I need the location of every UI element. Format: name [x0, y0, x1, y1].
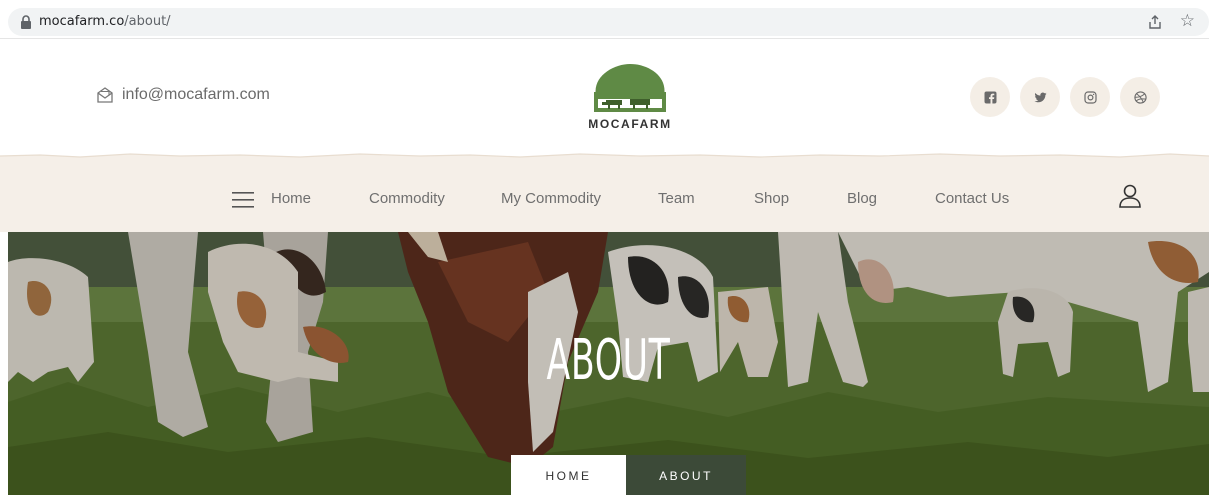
url-host: mocafarm.co — [39, 14, 125, 29]
breadcrumb-home[interactable]: HOME — [511, 455, 626, 495]
envelope-icon — [97, 87, 113, 103]
breadcrumb-current: ABOUT — [626, 455, 746, 495]
twitter-icon — [1034, 92, 1046, 102]
social-links — [970, 77, 1160, 117]
nav-blog[interactable]: Blog — [847, 190, 877, 207]
logo-text: MOCAFARM — [588, 117, 672, 131]
user-account-icon[interactable] — [1118, 183, 1142, 209]
logo-tree-icon — [594, 64, 666, 112]
url-text: mocafarm.co/about/ — [39, 14, 171, 29]
nav-home[interactable]: Home — [271, 190, 311, 207]
nav-contact-us[interactable]: Contact Us — [935, 190, 1009, 207]
facebook-button[interactable] — [970, 77, 1010, 117]
email-text: info@mocafarm.com — [122, 86, 270, 103]
dribbble-button[interactable] — [1120, 77, 1160, 117]
hamburger-menu-icon[interactable] — [232, 191, 254, 209]
bookmark-star-icon[interactable]: ☆ — [1180, 11, 1195, 31]
header-email[interactable]: info@mocafarm.com — [96, 86, 270, 104]
dribbble-icon — [1133, 90, 1147, 104]
nav-shop[interactable]: Shop — [754, 190, 789, 207]
instagram-button[interactable] — [1070, 77, 1110, 117]
instagram-icon — [1083, 90, 1097, 104]
nav-team[interactable]: Team — [658, 190, 695, 207]
nav-my-commodity[interactable]: My Commodity — [501, 190, 601, 207]
hero-title: ABOUT — [546, 328, 671, 393]
lock-icon — [21, 15, 31, 29]
share-icon[interactable] — [1147, 14, 1163, 30]
nav-commodity[interactable]: Commodity — [369, 190, 445, 207]
facebook-icon — [984, 91, 996, 104]
torn-paper-edge — [0, 152, 1209, 158]
hero-banner: ABOUT HOME ABOUT — [8, 232, 1209, 495]
browser-divider — [0, 38, 1209, 39]
site-logo[interactable]: MOCAFARM — [575, 62, 685, 134]
twitter-button[interactable] — [1020, 77, 1060, 117]
main-navigation: Home Commodity My Commodity Team Shop Bl… — [0, 152, 1209, 232]
url-path: /about/ — [124, 14, 171, 29]
browser-address-bar[interactable]: mocafarm.co/about/ ☆ — [8, 8, 1209, 36]
